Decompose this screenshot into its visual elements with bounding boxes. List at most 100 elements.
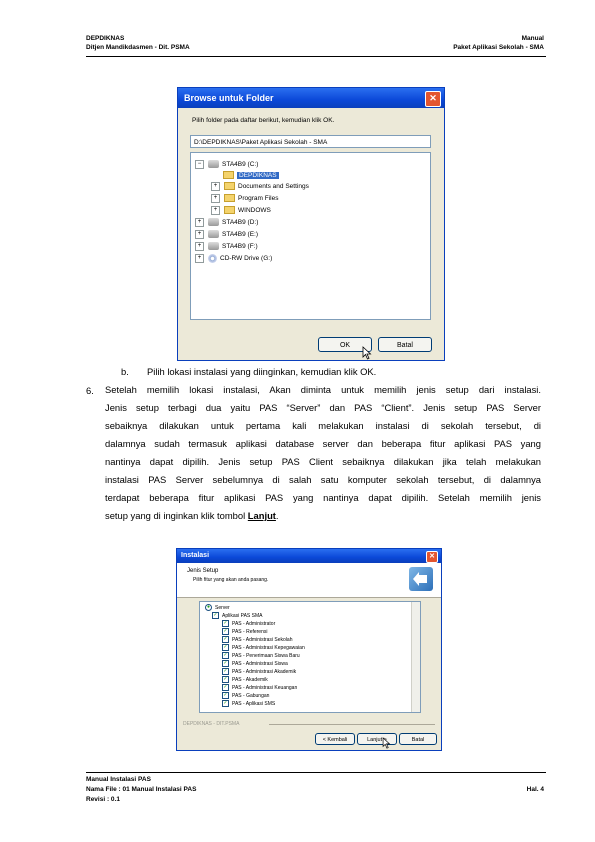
feature-label: PAS - Administrasi Sekolah	[232, 636, 293, 643]
header-rule	[86, 56, 546, 57]
next-button[interactable]: Lanjut >	[357, 733, 397, 745]
tree-item-documents[interactable]: + Documents and Settings	[211, 181, 309, 192]
expand-icon[interactable]: +	[195, 217, 204, 227]
checkbox-icon[interactable]: ✓	[222, 700, 229, 707]
paragraph-last-line: setup yang di inginkan klik tombol Lanju…	[105, 507, 541, 525]
feature-item[interactable]: ✓ PAS - Administrasi Kepegawaian	[222, 644, 305, 652]
checkbox-icon[interactable]: ✓	[222, 668, 229, 675]
checkbox-icon[interactable]: ✓	[222, 644, 229, 651]
tree-item-label: STA4B9 (C:)	[222, 161, 259, 168]
item-b-text: Pilih lokasi instalasi yang diinginkan, …	[147, 366, 377, 377]
checkbox-icon[interactable]: ✓	[222, 692, 229, 699]
feature-label: PAS - Administrasi Akademik	[232, 668, 297, 675]
header-dept: Ditjen Mandikdasmen - Dit. PSMA	[86, 44, 190, 51]
arrow-left-icon	[413, 572, 427, 586]
paragraph-line: Setelah memilih lokasi instalasi, Akan d…	[105, 384, 541, 395]
cancel-button[interactable]: Batal	[399, 733, 437, 745]
back-button[interactable]: < Kembali	[315, 733, 355, 745]
tree-item-label: STA4B9 (F:)	[222, 243, 258, 250]
drive-icon	[208, 218, 219, 227]
checkbox-icon[interactable]: ✓	[222, 620, 229, 627]
checkbox-icon[interactable]: ✓	[222, 652, 229, 659]
dialog-title: Instalasi	[181, 552, 210, 559]
paragraph-line: terdapat beberapa fitur aplikasi PAS yan…	[105, 492, 541, 503]
item-6-marker: 6.	[86, 385, 94, 396]
feature-label: PAS - Administrasi Siswa	[232, 660, 288, 667]
tree-item-label: Program Files	[238, 195, 279, 202]
feature-item[interactable]: ✓ PAS - Administrasi Keuangan	[222, 684, 297, 692]
feature-tree[interactable]: ● Server ✓ Aplikasi PAS SMA ✓ PAS - Adminis…	[199, 601, 421, 713]
installer-footer-label: DEPDIKNAS - DIT.PSMA	[183, 721, 240, 727]
folder-tree[interactable]: − STA4B9 (C:) DEPDIKNAS + Documents and Se…	[190, 152, 431, 320]
tree-group-aplikasi[interactable]: ✓ Aplikasi PAS SMA	[212, 612, 262, 620]
dialog-titlebar: Instalasi ✕	[177, 549, 441, 563]
checkbox-icon[interactable]: ✓	[222, 660, 229, 667]
feature-item[interactable]: ✓ PAS - Penerimaan Siswa Baru	[222, 652, 300, 660]
tree-item-drive-f[interactable]: + STA4B9 (F:)	[195, 241, 258, 252]
dialog-instruction: Pilih folder pada daftar berikut, kemudi…	[192, 117, 335, 124]
paragraph-line: dalamnya sudah termasuk aplikasi databas…	[105, 438, 541, 449]
feature-label: PAS - Penerimaan Siswa Baru	[232, 652, 300, 659]
folder-icon	[224, 206, 235, 215]
checkbox-icon[interactable]: ✓	[222, 676, 229, 683]
tree-root-label: Server	[215, 604, 230, 611]
feature-item[interactable]: ✓ PAS - Administrasi Siswa	[222, 660, 288, 668]
feature-item[interactable]: ✓ PAS - Gabungan	[222, 692, 269, 700]
paragraph-line: Jenis setup terbagi dua yaitu PAS “Serve…	[105, 402, 541, 413]
setup-section-subtitle: Pilih fitur yang akan anda pasang.	[193, 577, 269, 583]
drive-icon	[208, 230, 219, 239]
expand-icon[interactable]: +	[211, 205, 220, 215]
tree-item-windows[interactable]: + WINDOWS	[211, 205, 271, 216]
checkbox-icon[interactable]: ✓	[212, 612, 219, 619]
tree-item-drive-c[interactable]: − STA4B9 (C:)	[195, 159, 258, 170]
checkbox-icon[interactable]: ✓	[222, 636, 229, 643]
tree-item-label: STA4B9 (D:)	[222, 219, 259, 226]
vertical-scrollbar[interactable]	[411, 602, 420, 712]
footer-file-name: Nama File : 01 Manual Instalasi PAS	[86, 786, 197, 793]
feature-item[interactable]: ✓ PAS - Akademik	[222, 676, 268, 684]
dialog-titlebar: Browse untuk Folder ✕	[178, 88, 444, 108]
collapse-icon[interactable]: −	[195, 159, 204, 169]
paragraph-line-text: setup yang di inginkan klik tombol	[105, 510, 248, 521]
cancel-button[interactable]: Batal	[378, 337, 432, 352]
expand-icon[interactable]: +	[195, 229, 204, 239]
tree-item-program-files[interactable]: + Program Files	[211, 193, 278, 204]
expand-icon[interactable]: +	[211, 181, 220, 191]
tree-item-cd-drive[interactable]: + CD-RW Drive (G:)	[195, 253, 272, 264]
feature-label: PAS - Gabungan	[232, 692, 270, 699]
tree-root-server[interactable]: ● Server	[205, 604, 230, 612]
setup-section-title: Jenis Setup	[187, 568, 219, 574]
tree-group-label: Aplikasi PAS SMA	[222, 612, 263, 619]
expand-icon[interactable]: +	[195, 253, 204, 263]
mouse-cursor-icon	[382, 737, 391, 749]
dialog-title: Browse untuk Folder	[184, 93, 274, 103]
cd-drive-icon	[208, 253, 217, 263]
feature-item[interactable]: ✓ PAS - Administrator	[222, 620, 275, 628]
tree-item-drive-d[interactable]: + STA4B9 (D:)	[195, 217, 258, 228]
tree-item-depdiknas[interactable]: DEPDIKNAS	[223, 170, 279, 181]
drive-icon	[208, 160, 219, 169]
setup-header: Jenis Setup Pilih fitur yang akan anda p…	[177, 563, 441, 598]
close-icon[interactable]: ✕	[426, 551, 438, 563]
feature-item[interactable]: ✓ PAS - Referensi	[222, 628, 267, 636]
feature-item[interactable]: ✓ PAS - Aplikasi SMS	[222, 700, 275, 708]
feature-label: PAS - Administrasi Keuangan	[232, 684, 298, 691]
tree-item-drive-e[interactable]: + STA4B9 (E:)	[195, 229, 258, 240]
folder-path-field[interactable]: D:\DEPDIKNAS\Paket Aplikasi Sekolah - SM…	[190, 135, 431, 148]
lanjut-reference: Lanjut	[247, 510, 276, 521]
tree-item-label: WINDOWS	[238, 207, 271, 214]
radio-icon[interactable]: ●	[205, 604, 212, 611]
feature-item[interactable]: ✓ PAS - Administrasi Sekolah	[222, 636, 293, 644]
browse-folder-dialog: Browse untuk Folder ✕ Pilih folder pada …	[177, 87, 445, 361]
expand-icon[interactable]: +	[211, 193, 220, 203]
feature-label: PAS - Aplikasi SMS	[232, 700, 276, 707]
feature-item[interactable]: ✓ PAS - Administrasi Akademik	[222, 668, 296, 676]
checkbox-icon[interactable]: ✓	[222, 628, 229, 635]
checkbox-icon[interactable]: ✓	[222, 684, 229, 691]
expand-icon[interactable]: +	[195, 241, 204, 251]
folder-icon	[223, 171, 234, 180]
item-b-marker: b.	[121, 366, 129, 377]
paragraph-line: instalasi PAS Server sebelumnya di salah…	[105, 474, 541, 485]
tree-item-label: DEPDIKNAS	[237, 172, 279, 179]
close-icon[interactable]: ✕	[425, 91, 441, 107]
